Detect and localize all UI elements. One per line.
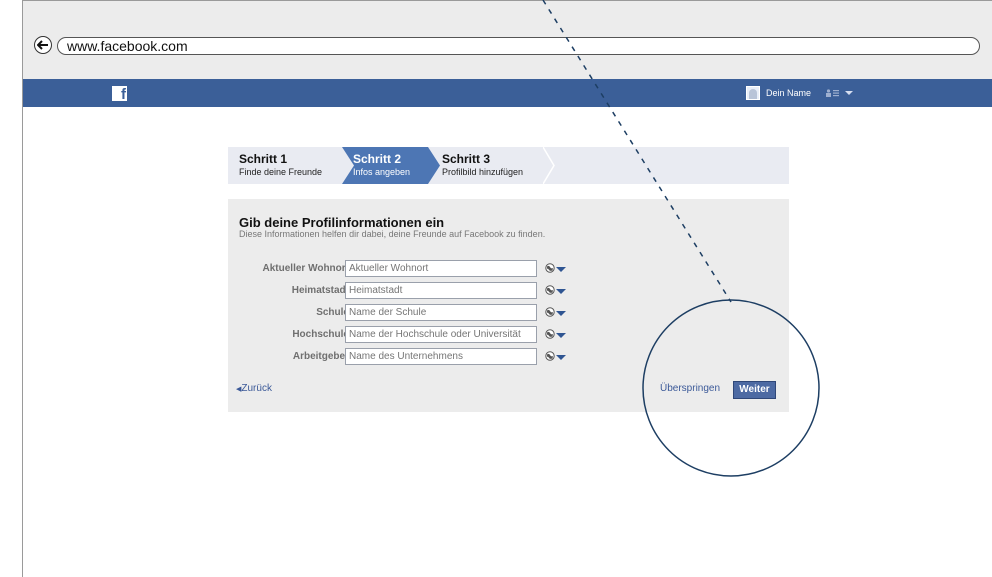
privacy-selector[interactable] (545, 263, 566, 273)
field-label: Heimatstadt (291, 285, 349, 296)
globe-icon (545, 329, 555, 339)
friend-requests-icon[interactable] (825, 89, 840, 97)
privacy-selector[interactable] (545, 285, 566, 295)
user-name[interactable]: Dein Name (766, 88, 811, 98)
school-input[interactable] (345, 304, 537, 321)
hometown-input[interactable] (345, 282, 537, 299)
chevron-down-icon (556, 288, 566, 294)
step-2-title: Schritt 2 (353, 152, 402, 166)
skip-link[interactable]: Überspringen (660, 383, 720, 394)
step-3[interactable]: Schritt 3 Profilbild hinzufügen (442, 147, 552, 184)
next-button[interactable]: Weiter (733, 381, 776, 399)
globe-icon (545, 285, 555, 295)
step-1-title: Schritt 1 (239, 152, 288, 166)
step-1-subtitle: Finde deine Freunde (239, 167, 323, 177)
avatar-icon[interactable] (746, 86, 760, 100)
user-menu[interactable]: Dein Name (746, 86, 854, 100)
field-label: Arbeitgeber (292, 351, 349, 362)
privacy-selector[interactable] (545, 351, 566, 361)
back-arrow-icon[interactable] (34, 36, 52, 54)
step-2-subtitle: Infos angeben (353, 167, 411, 177)
field-row-university: Hochschule (228, 326, 789, 344)
privacy-selector[interactable] (545, 307, 566, 317)
url-text: www.facebook.com (67, 38, 188, 54)
globe-icon (545, 351, 555, 361)
browser-window: www.facebook.com f Dein Name Schritt 1 F… (22, 0, 992, 577)
step-3-title: Schritt 3 (442, 152, 491, 166)
browser-chrome: www.facebook.com (23, 1, 992, 79)
field-label: Aktueller Wohnort (262, 263, 349, 274)
chevron-down-icon[interactable] (845, 91, 854, 95)
step-indicator: Schritt 1 Finde deine Freunde Schritt 2 … (228, 147, 789, 184)
back-link-label: Zurück (241, 383, 272, 394)
chevron-down-icon (556, 332, 566, 338)
chevron-down-icon (556, 310, 566, 316)
back-link[interactable]: ◀Zurück (236, 383, 272, 394)
field-row-current-city: Aktueller Wohnort (228, 260, 789, 278)
field-label: Hochschule (292, 329, 349, 340)
current-city-input[interactable] (345, 260, 537, 277)
step-2[interactable]: Schritt 2 Infos angeben (353, 147, 443, 184)
globe-icon (545, 263, 555, 273)
step-1[interactable]: Schritt 1 Finde deine Freunde (239, 147, 339, 184)
chevron-down-icon (556, 354, 566, 360)
profile-info-form: Gib deine Profilinformationen ein Diese … (228, 199, 789, 412)
globe-icon (545, 307, 555, 317)
university-input[interactable] (345, 326, 537, 343)
privacy-selector[interactable] (545, 329, 566, 339)
field-row-school: Schule (228, 304, 789, 322)
chevron-down-icon (556, 266, 566, 272)
facebook-header: f Dein Name (23, 79, 992, 107)
form-subtitle: Diese Informationen helfen dir dabei, de… (239, 229, 546, 239)
field-row-employer: Arbeitgeber (228, 348, 789, 366)
address-bar[interactable]: www.facebook.com (57, 37, 980, 55)
employer-input[interactable] (345, 348, 537, 365)
field-row-hometown: Heimatstadt (228, 282, 789, 300)
step-3-subtitle: Profilbild hinzufügen (442, 167, 524, 177)
facebook-logo-icon[interactable]: f (112, 86, 127, 101)
step-separator (543, 147, 555, 184)
form-title: Gib deine Profilinformationen ein (239, 215, 445, 230)
